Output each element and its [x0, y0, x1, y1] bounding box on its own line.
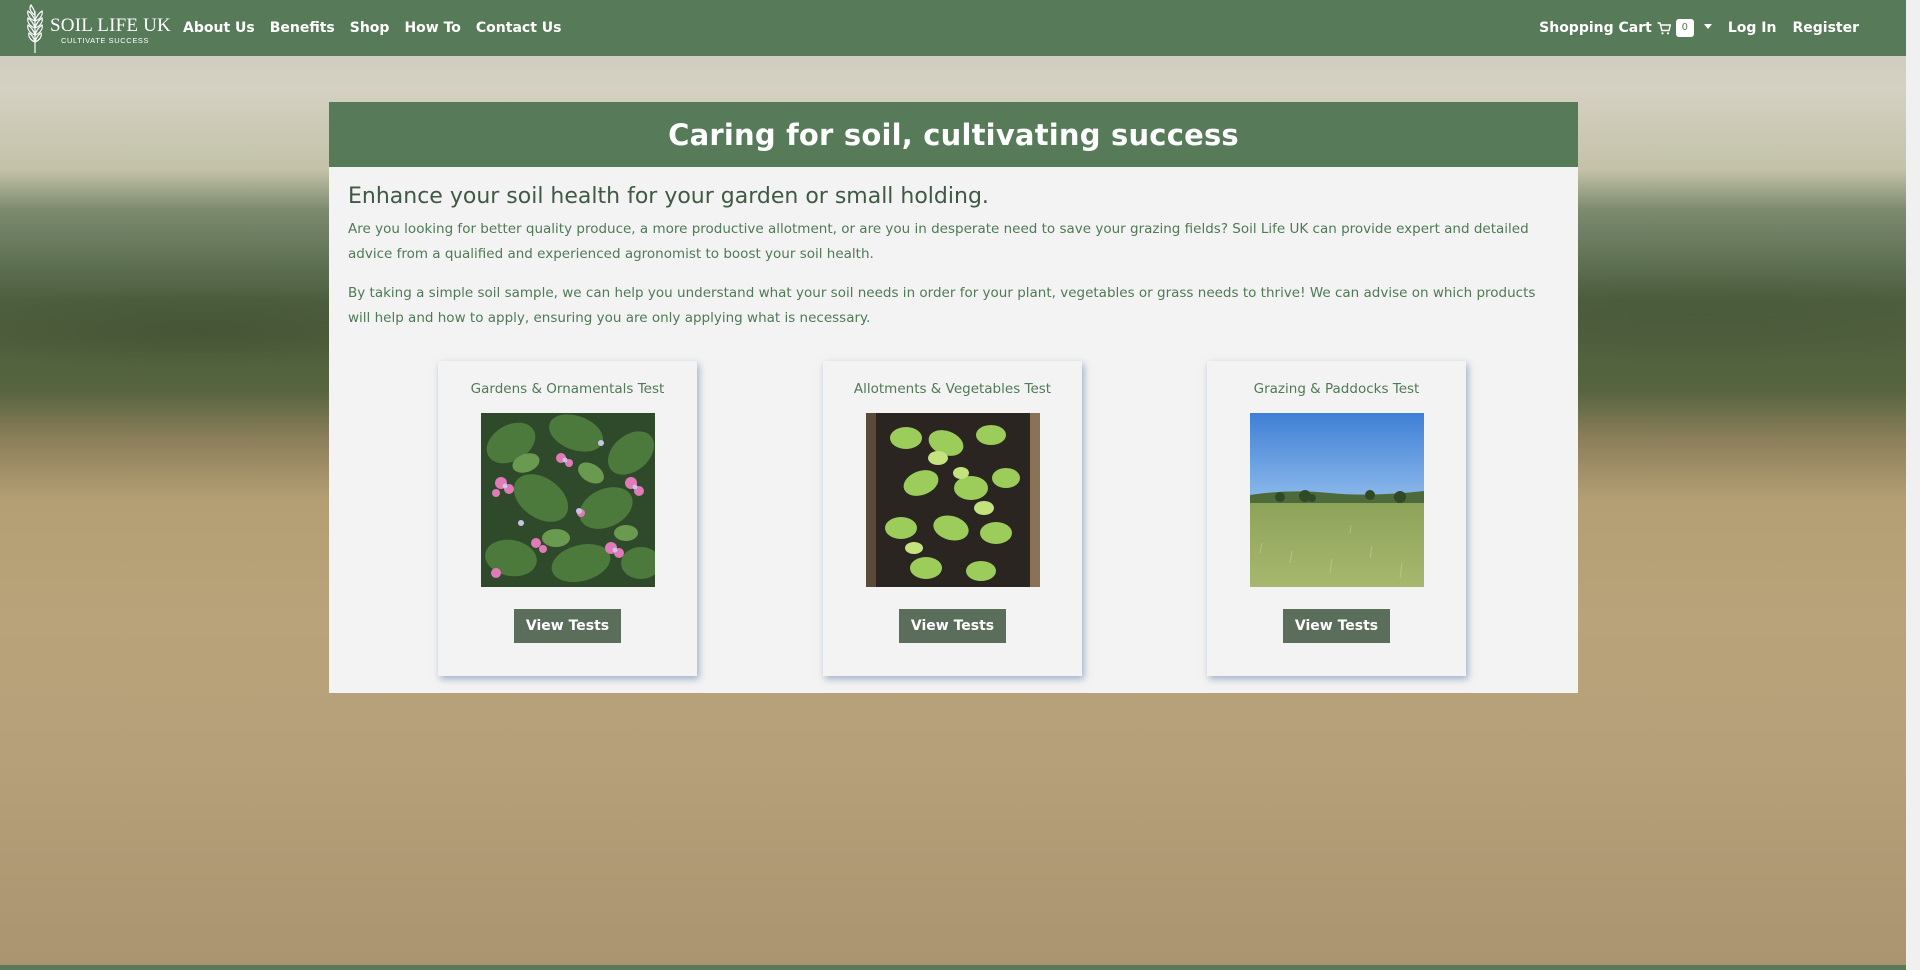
brand-logo[interactable]: SOIL LIFE UK CULTIVATE SUCCESS — [22, 3, 171, 53]
hero-header: Caring for soil, cultivating success — [329, 102, 1578, 167]
intro-section: Enhance your soil health for your garden… — [329, 167, 1578, 331]
chevron-down-icon — [1703, 23, 1712, 29]
account-nav: Shopping Cart 0 Log In Register — [1539, 0, 1859, 56]
card-gardens-ornamentals: Gardens & Ornamentals Test View Tests — [438, 361, 697, 676]
nav-contact-us[interactable]: Contact Us — [476, 20, 562, 36]
card-title: Allotments & Vegetables Test — [853, 381, 1052, 397]
card-grazing-paddocks: Grazing & Paddocks Test View Tests — [1207, 361, 1466, 676]
register-link[interactable]: Register — [1792, 20, 1859, 36]
vegetable-seedlings-image — [865, 413, 1040, 587]
nav-about-us[interactable]: About Us — [183, 20, 255, 36]
intro-paragraph-1: Are you looking for better quality produ… — [348, 221, 1529, 262]
grazing-field-image — [1249, 413, 1424, 587]
shopping-cart-dropdown[interactable]: Shopping Cart 0 — [1539, 19, 1712, 37]
card-allotments-vegetables: Allotments & Vegetables Test View Tests — [823, 361, 1082, 676]
nav-how-to[interactable]: How To — [404, 20, 460, 36]
brand-tagline: CULTIVATE SUCCESS — [61, 36, 150, 45]
nav-shop[interactable]: Shop — [350, 20, 390, 36]
page-scrollbar[interactable] — [1906, 0, 1920, 970]
shopping-cart-label: Shopping Cart — [1539, 20, 1652, 36]
card-title: Grazing & Paddocks Test — [1253, 381, 1420, 397]
test-cards: Gardens & Ornamentals Test View Tests Al… — [329, 361, 1578, 681]
intro-heading: Enhance your soil health for your garden… — [348, 184, 989, 209]
view-tests-button[interactable]: View Tests — [513, 609, 622, 643]
footer-strip — [0, 965, 1906, 970]
top-navbar: SOIL LIFE UK CULTIVATE SUCCESS About Us … — [0, 0, 1906, 56]
login-link[interactable]: Log In — [1728, 20, 1777, 36]
intro-paragraph-2: By taking a simple soil sample, we can h… — [348, 285, 1536, 326]
hero-panel: Caring for soil, cultivating success Enh… — [329, 102, 1578, 693]
cart-count-badge: 0 — [1675, 19, 1694, 37]
view-tests-button[interactable]: View Tests — [898, 609, 1007, 643]
hydrangea-image — [480, 413, 655, 587]
view-tests-button[interactable]: View Tests — [1282, 609, 1391, 643]
wheat-logo-icon — [27, 3, 43, 53]
nav-benefits[interactable]: Benefits — [270, 20, 335, 36]
card-title: Gardens & Ornamentals Test — [470, 381, 665, 397]
main-nav: About Us Benefits Shop How To Contact Us — [183, 0, 576, 56]
brand-title: SOIL LIFE UK — [50, 15, 171, 36]
page-title: Caring for soil, cultivating success — [668, 117, 1239, 152]
cart-icon — [1657, 21, 1671, 34]
